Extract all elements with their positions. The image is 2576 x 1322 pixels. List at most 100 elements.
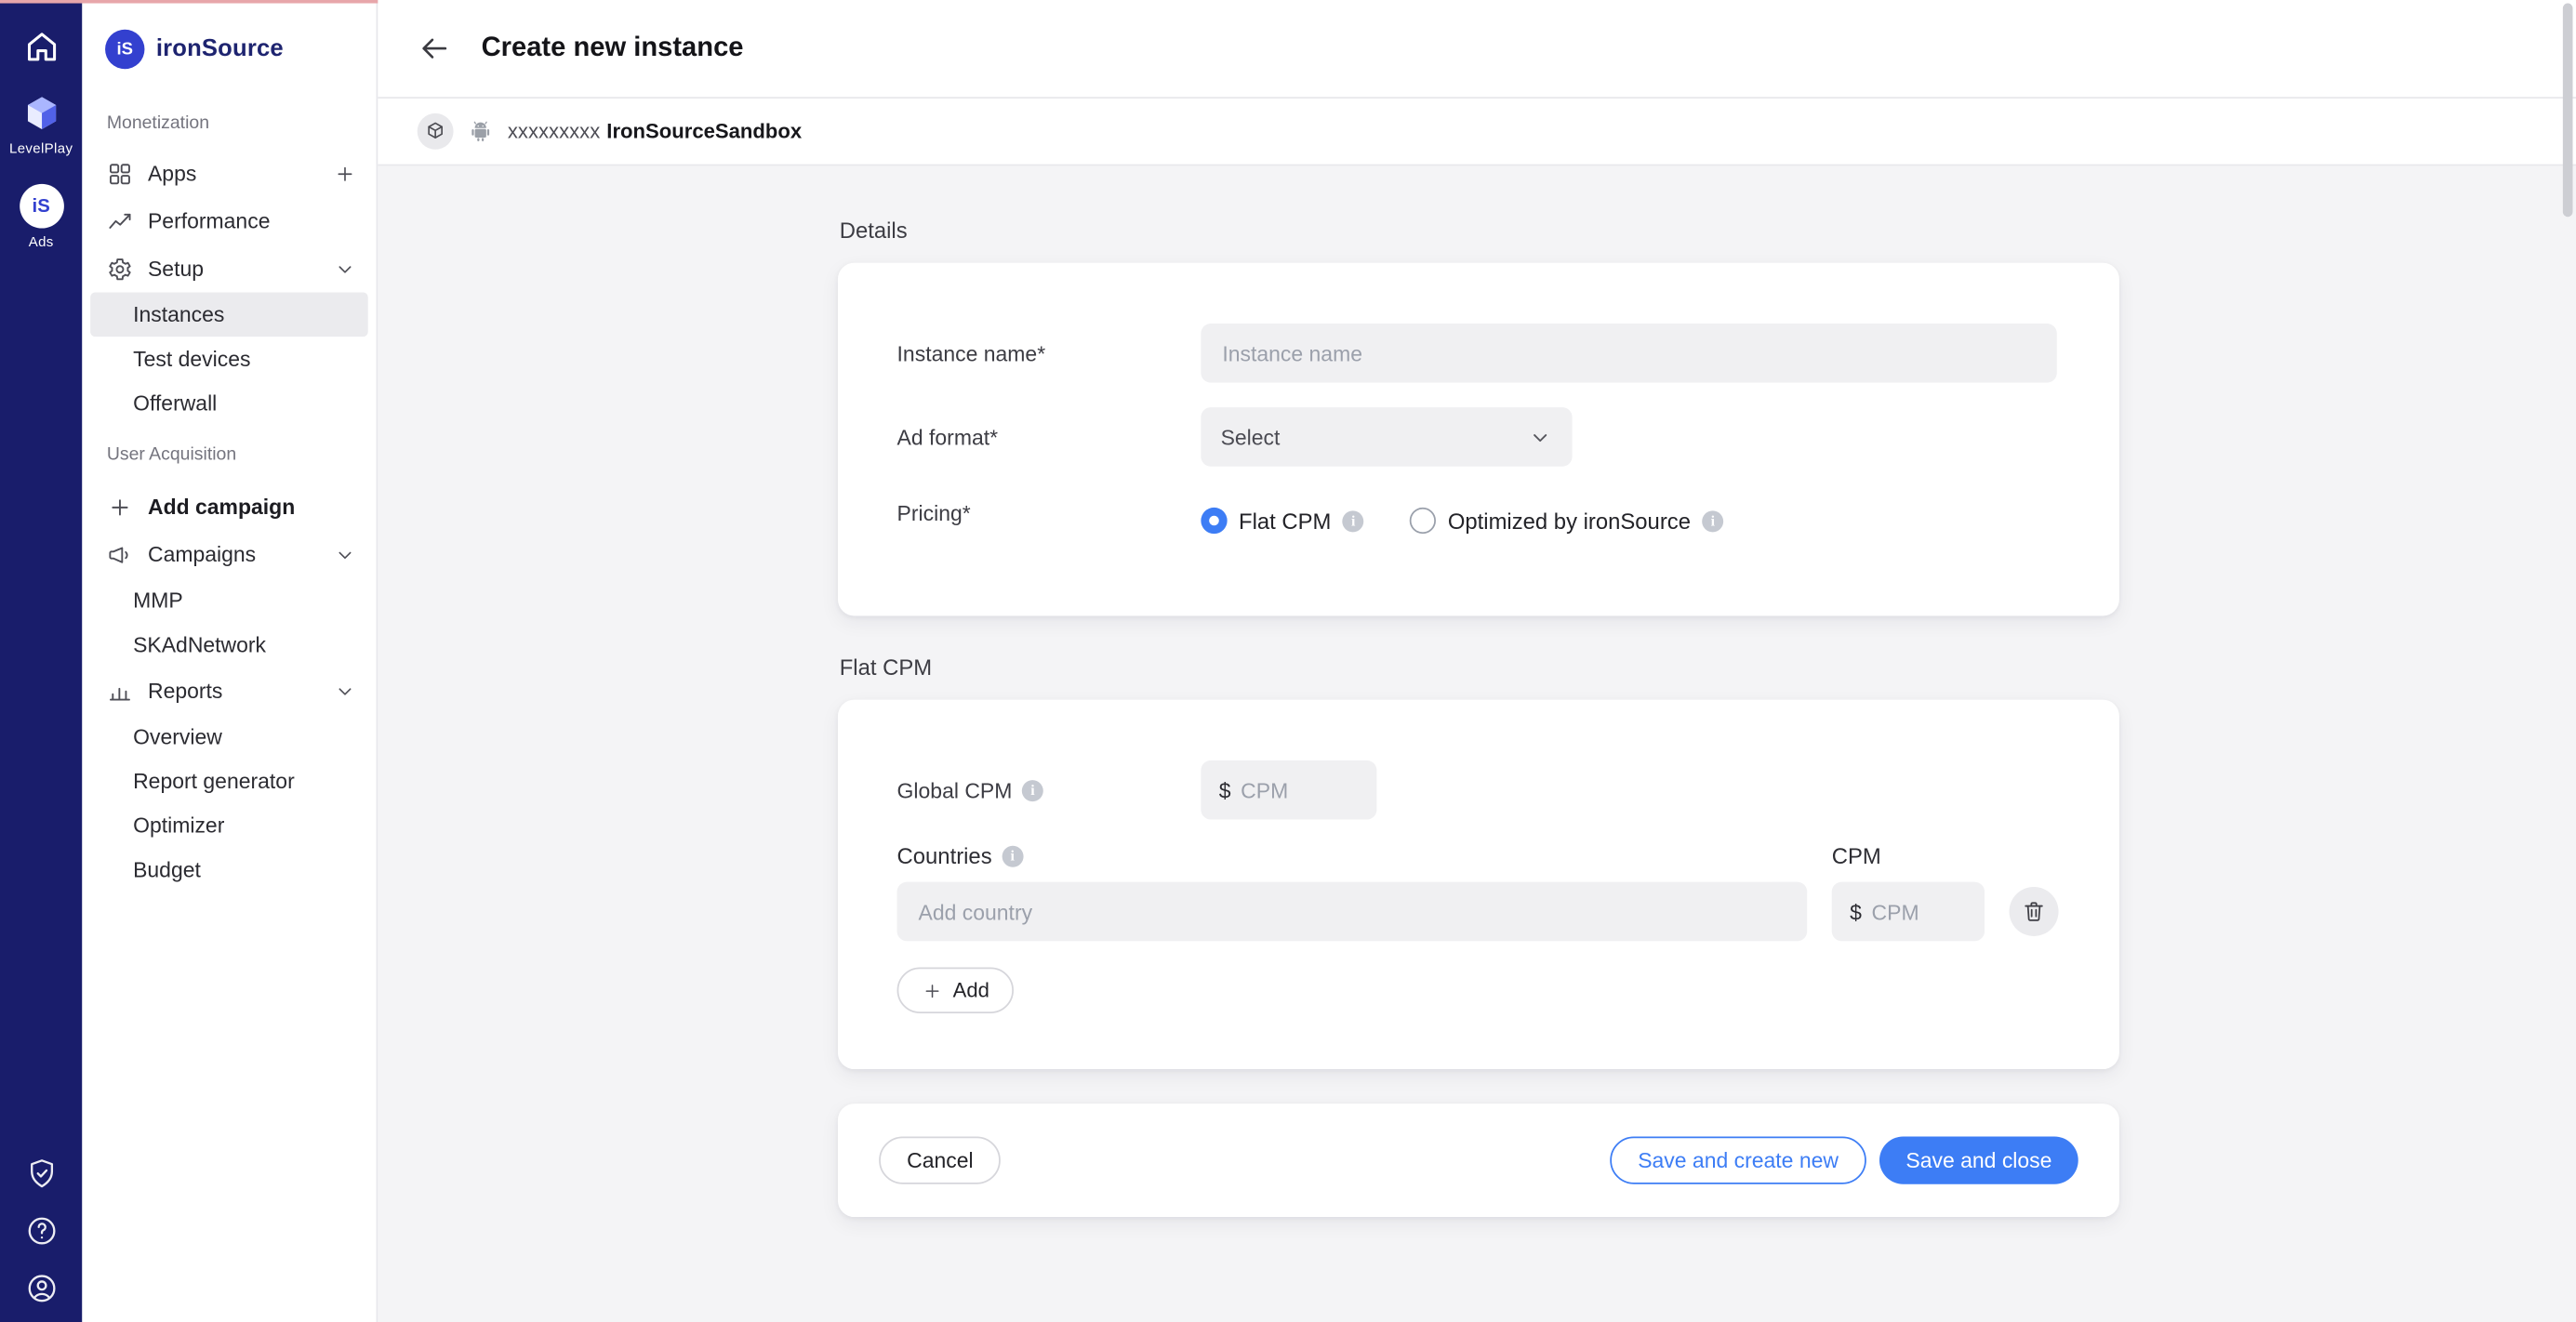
radio-unselected-icon (1410, 508, 1436, 534)
save-and-close-button[interactable]: Save and close (1879, 1136, 2078, 1183)
global-cpm-label: Global CPM (897, 777, 1202, 801)
pricing-options: Flat CPM Optimized by ironSource (1201, 491, 2060, 534)
scrollbar-thumb[interactable] (2563, 4, 2573, 218)
rail-item-levelplay[interactable]: LevelPlay (9, 94, 73, 156)
sidebar-item-label: Overview (133, 724, 222, 748)
radio-label: Flat CPM (1239, 509, 1331, 533)
pricing-label: Pricing* (897, 500, 1202, 524)
home-button[interactable] (22, 28, 60, 66)
radio-label: Optimized by ironSource (1448, 509, 1691, 533)
ads-icon-initials: iS (33, 196, 50, 216)
main-area: Create new instance xxxxxxxxx (378, 0, 2576, 1322)
add-app-icon[interactable] (334, 162, 357, 185)
page-title: Create new instance (482, 33, 744, 64)
radio-flat-cpm[interactable]: Flat CPM (1201, 508, 1363, 534)
user-icon (24, 1271, 59, 1305)
global-cpm-label-text: Global CPM (897, 777, 1013, 801)
sidebar-item-instances[interactable]: Instances (90, 292, 368, 337)
sidebar-item-mmp[interactable]: MMP (82, 578, 376, 623)
sidebar-item-offerwall[interactable]: Offerwall (82, 381, 376, 426)
chevron-down-icon (1528, 425, 1552, 449)
sidebar-item-add-campaign[interactable]: Add campaign (82, 483, 376, 530)
info-icon[interactable] (1702, 510, 1723, 532)
add-country-button[interactable]: Add (897, 968, 1015, 1013)
sidebar-item-budget[interactable]: Budget (82, 848, 376, 892)
info-icon[interactable] (1002, 846, 1023, 867)
rail-item-label: Ads (29, 233, 54, 250)
ad-format-select[interactable]: Select (1201, 407, 1572, 467)
sidebar-item-label: SKAdNetwork (133, 632, 266, 656)
currency-symbol: $ (1219, 777, 1231, 801)
ad-format-field: Select (1201, 407, 2060, 467)
sidebar-item-label: MMP (133, 588, 183, 612)
chevron-down-icon[interactable] (334, 543, 357, 566)
instance-name-input[interactable] (1201, 324, 2056, 383)
sidebar-item-label: Campaigns (148, 542, 319, 566)
country-input[interactable] (897, 882, 1808, 942)
page-content: Details Instance name* Ad format* Select (378, 165, 2576, 1322)
rail-item-ads[interactable]: iS Ads (19, 184, 63, 250)
sidebar-item-performance[interactable]: Performance (82, 197, 376, 245)
sidebar-item-campaigns[interactable]: Campaigns (82, 531, 376, 578)
country-cpm-value-input[interactable] (1872, 899, 1967, 923)
section-label-monetization: Monetization (107, 113, 377, 133)
sidebar: iS ironSource Monetization Apps Performa… (82, 0, 378, 1322)
sidebar-item-label: Add campaign (148, 495, 356, 519)
radio-optimized-by-ironsource[interactable]: Optimized by ironSource (1410, 508, 1723, 534)
megaphone-icon (107, 541, 133, 567)
gear-icon (107, 256, 133, 282)
sidebar-item-skadnetwork[interactable]: SKAdNetwork (82, 623, 376, 668)
bar-chart-icon (107, 678, 133, 704)
ad-format-label: Ad format* (897, 425, 1202, 449)
sidebar-item-label: Apps (148, 161, 319, 185)
flat-cpm-card: Global CPM $ Countries (838, 700, 2119, 1069)
page-header: Create new instance (378, 0, 2576, 99)
cube-icon (424, 120, 447, 143)
chevron-down-icon[interactable] (334, 257, 357, 280)
top-accent-line (0, 0, 378, 4)
plus-icon (922, 980, 943, 1001)
global-cpm-value-input[interactable] (1241, 777, 1359, 801)
ironsource-logo-icon: iS (105, 30, 144, 69)
radio-selected-icon (1201, 508, 1227, 534)
cancel-button[interactable]: Cancel (879, 1136, 1002, 1183)
performance-chart-icon (107, 207, 133, 233)
sidebar-item-test-devices[interactable]: Test devices (82, 337, 376, 381)
currency-symbol: $ (1850, 899, 1862, 923)
rail-item-label: LevelPlay (9, 139, 73, 156)
logo-initials: iS (116, 39, 133, 59)
global-cpm-input[interactable]: $ (1201, 760, 1376, 820)
chevron-down-icon[interactable] (334, 679, 357, 702)
levelplay-icon (20, 94, 61, 135)
info-icon[interactable] (1343, 510, 1364, 532)
app-id: xxxxxxxxx (508, 120, 600, 143)
info-icon[interactable] (1022, 779, 1043, 800)
countries-column-label: Countries (897, 844, 1808, 868)
back-button[interactable] (414, 29, 453, 68)
app-rail: LevelPlay iS Ads (0, 0, 82, 1322)
sidebar-item-label: Setup (148, 257, 319, 281)
android-icon (467, 117, 495, 145)
footer-primary-actions: Save and create new Save and close (1610, 1136, 2078, 1183)
sidebar-item-report-generator[interactable]: Report generator (82, 759, 376, 803)
sidebar-item-label: Offerwall (133, 390, 217, 415)
help-button[interactable] (24, 1214, 59, 1249)
sidebar-item-label: Budget (133, 857, 201, 881)
country-cpm-input[interactable]: $ (1832, 882, 1985, 942)
apps-grid-icon (107, 160, 133, 186)
delete-country-row-button[interactable] (2010, 887, 2059, 936)
app-window: LevelPlay iS Ads iS ironSource Monetizat… (0, 0, 2576, 1322)
instance-type-badge (418, 113, 454, 150)
section-label-user-acquisition: User Acquisition (107, 445, 377, 465)
details-card: Instance name* Ad format* Select Pricing… (838, 263, 2119, 616)
privacy-button[interactable] (24, 1157, 59, 1191)
sidebar-item-overview[interactable]: Overview (82, 714, 376, 759)
brand-logo: iS ironSource (82, 30, 376, 69)
sidebar-item-label: Optimizer (133, 813, 224, 837)
save-and-create-new-button[interactable]: Save and create new (1610, 1136, 1866, 1183)
account-button[interactable] (24, 1271, 59, 1305)
sidebar-item-optimizer[interactable]: Optimizer (82, 803, 376, 848)
sidebar-item-reports[interactable]: Reports (82, 667, 376, 714)
sidebar-item-apps[interactable]: Apps (82, 150, 376, 197)
sidebar-item-setup[interactable]: Setup (82, 245, 376, 292)
